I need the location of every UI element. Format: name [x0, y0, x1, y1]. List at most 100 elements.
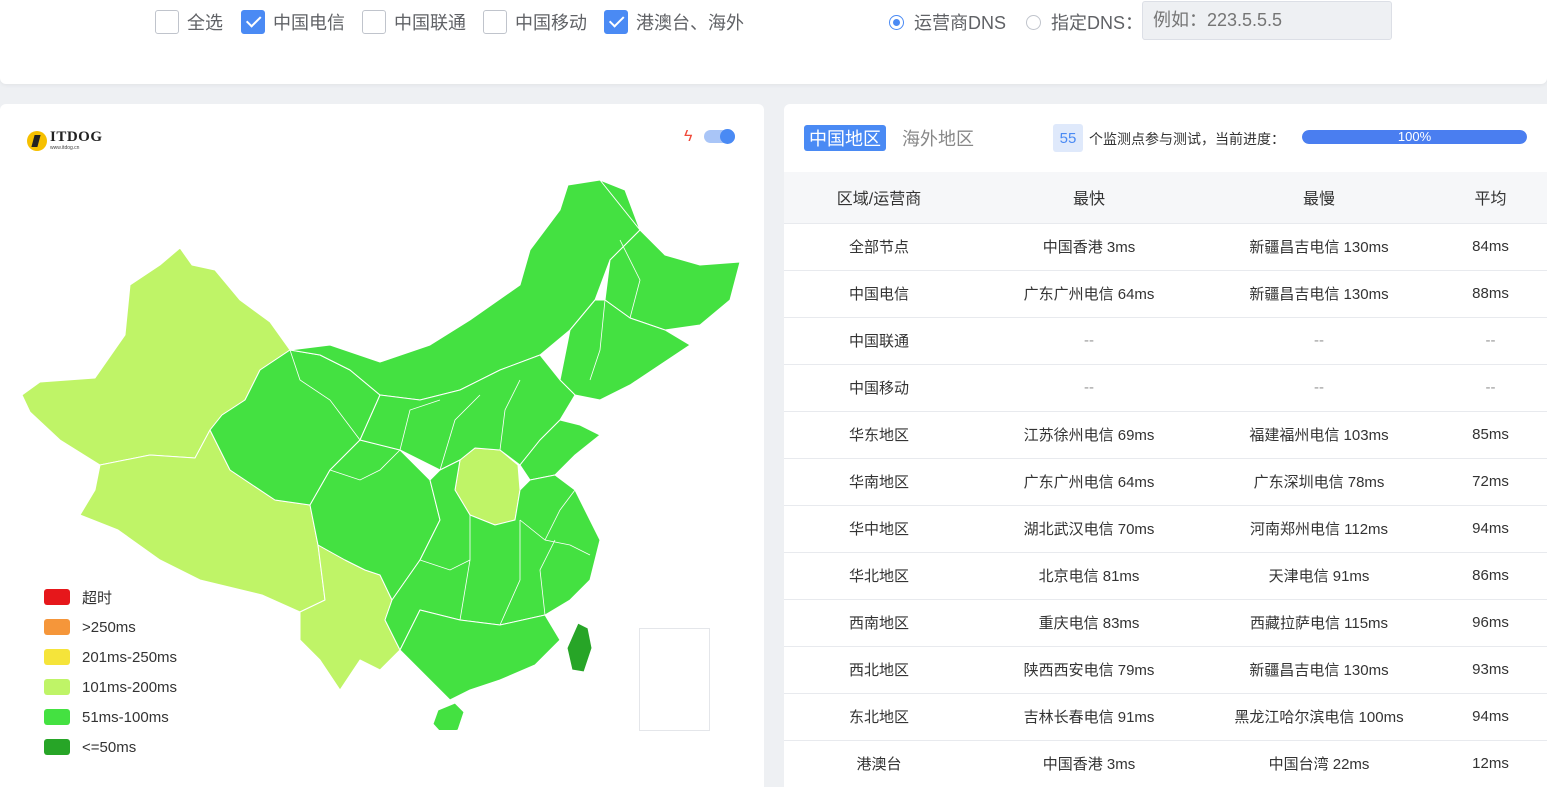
table-row: 西北地区 陕西西安电信 79ms 新疆昌吉电信 130ms 93ms [784, 646, 1547, 693]
table-row: 华中地区 湖北武汉电信 70ms 河南郑州电信 112ms 94ms [784, 505, 1547, 552]
column-header-region: 区域/运营商 [836, 191, 922, 209]
cell-average: 84ms [1472, 238, 1509, 255]
table-row: 中国移动 -- -- -- [784, 364, 1547, 411]
cell-slowest: 天津电信 91ms [1268, 568, 1370, 585]
checkbox-box[interactable] [604, 10, 628, 34]
cell-slowest: 新疆昌吉电信 130ms [1249, 239, 1389, 256]
cell-region: 中国联通 [848, 333, 909, 350]
map-region-taiwan[interactable] [566, 622, 593, 673]
cell-average: 96ms [1472, 614, 1509, 631]
legend-item: 101ms-200ms [44, 672, 177, 702]
cell-region: 港澳台 [856, 756, 902, 774]
cell-fastest: 中国香港 3ms [1042, 239, 1136, 256]
table-row: 中国联通 -- -- -- [784, 317, 1547, 364]
checkbox-hk-overseas[interactable]: 港澳台、海外 [604, 9, 744, 35]
progress-label: 个监测点参与测试，当前进度： [1089, 131, 1285, 147]
cell-average: 88ms [1472, 285, 1509, 302]
radio-dot[interactable] [889, 14, 904, 30]
radio-dot[interactable] [1026, 14, 1041, 30]
cell-slowest: 黑龙江哈尔滨电信 100ms [1234, 709, 1404, 726]
radio-label: 指定DNS： [1051, 13, 1144, 33]
checkbox-label: 中国联通 [394, 13, 466, 33]
cell-region: 中国移动 [848, 380, 909, 397]
lightning-icon: ϟ [684, 128, 693, 145]
cell-fastest: 广东广州电信 64ms [1023, 474, 1155, 491]
legend-swatch [44, 739, 70, 755]
legend-item: 51ms-100ms [44, 702, 177, 732]
legend-label: 201ms-250ms [82, 648, 178, 666]
cell-fastest: 广东广州电信 64ms [1023, 286, 1155, 303]
table-row: 中国电信 广东广州电信 64ms 新疆昌吉电信 130ms 88ms [784, 270, 1547, 317]
tab-china[interactable]: 中国地区 [804, 125, 886, 151]
filter-bar: 全选 中国电信 中国联通 中国移动 港澳台、海外 运营商DNS 指定DNS： [0, 0, 1547, 84]
radio-label: 运营商DNS [914, 13, 1007, 33]
checkbox-select-all[interactable]: 全选 [155, 9, 223, 35]
table-row: 华南地区 广东广州电信 64ms 广东深圳电信 78ms 72ms [784, 458, 1547, 505]
table-row: 全部节点 中国香港 3ms 新疆昌吉电信 130ms 84ms [784, 223, 1547, 270]
itdog-logo: ITDOG www.itdog.cn [27, 130, 103, 151]
checkbox-china-telecom[interactable]: 中国电信 [241, 9, 345, 35]
cell-fastest: 重庆电信 83ms [1038, 615, 1140, 632]
cell-average: 85ms [1472, 426, 1509, 443]
cell-fastest: 陕西西安电信 79ms [1023, 662, 1155, 679]
cell-fastest: 江苏徐州电信 69ms [1023, 427, 1155, 444]
south-china-sea-inset [639, 628, 710, 731]
cell-slowest: 广东深圳电信 78ms [1253, 474, 1385, 491]
map-region-guangdong-guangxi[interactable] [399, 609, 561, 701]
cell-region: 华东地区 [848, 427, 909, 444]
cell-region: 东北地区 [848, 709, 909, 726]
results-table: 区域/运营商 最快 最慢 平均 全部节点 中国香港 3ms 新疆昌吉电信 130ms… [784, 172, 1547, 787]
cell-fastest: 吉林长春电信 91ms [1023, 709, 1155, 726]
legend-swatch [44, 649, 70, 665]
checkbox-label: 港澳台、海外 [636, 13, 744, 33]
legend-item: 超时 [44, 582, 177, 612]
cell-slowest: -- [1314, 332, 1324, 349]
table-header-row: 区域/运营商 最快 最慢 平均 [784, 172, 1547, 223]
cell-average: 93ms [1472, 661, 1509, 678]
map-toggle-switch[interactable] [704, 129, 735, 144]
cell-average: -- [1485, 332, 1496, 349]
checkbox-label: 中国移动 [515, 13, 587, 33]
cell-region: 华南地区 [848, 474, 909, 491]
radio-isp-dns[interactable]: 运营商DNS [889, 9, 1006, 35]
checkbox-box[interactable] [362, 10, 386, 34]
cell-slowest: 河南郑州电信 112ms [1249, 521, 1389, 538]
cell-region: 中国电信 [848, 286, 909, 303]
cell-average: 12ms [1472, 755, 1509, 773]
cell-average: 72ms [1472, 473, 1509, 490]
cell-fastest: -- [1084, 332, 1094, 349]
cell-fastest: 湖北武汉电信 70ms [1023, 521, 1155, 538]
cell-slowest: 中国台湾 22ms [1268, 756, 1370, 774]
node-count-badge: 55 [1053, 124, 1083, 152]
legend-label: 101ms-200ms [82, 678, 178, 696]
cell-slowest: -- [1314, 379, 1324, 396]
checkbox-china-mobile[interactable]: 中国移动 [483, 9, 587, 35]
dns-input[interactable] [1142, 1, 1392, 40]
progress-bar: 100% [1302, 130, 1527, 144]
map-region-hainan[interactable] [432, 702, 465, 730]
legend-label: >250ms [82, 618, 136, 636]
table-row: 西南地区 重庆电信 83ms 西藏拉萨电信 115ms 96ms [784, 599, 1547, 646]
tab-overseas[interactable]: 海外地区 [902, 125, 974, 151]
checkbox-label: 中国电信 [273, 13, 345, 33]
legend-swatch [44, 619, 70, 635]
column-header-fastest: 最快 [1072, 191, 1105, 209]
table-row: 东北地区 吉林长春电信 91ms 黑龙江哈尔滨电信 100ms 94ms [784, 693, 1547, 740]
legend-label: 51ms-100ms [82, 708, 169, 726]
cell-slowest: 新疆昌吉电信 130ms [1249, 286, 1389, 303]
map-region-heilongjiang[interactable] [599, 179, 741, 331]
legend-swatch [44, 679, 70, 695]
column-header-slowest: 最慢 [1302, 191, 1335, 209]
legend-label: 超时 [82, 589, 113, 607]
checkbox-box[interactable] [241, 10, 265, 34]
checkbox-box[interactable] [155, 10, 179, 34]
checkbox-china-unicom[interactable]: 中国联通 [362, 9, 466, 35]
progress-percent: 100% [1397, 130, 1432, 144]
cell-fastest: 北京电信 81ms [1038, 568, 1140, 585]
cell-average: 94ms [1472, 708, 1509, 725]
cell-slowest: 西藏拉萨电信 115ms [1249, 615, 1389, 632]
radio-custom-dns[interactable]: 指定DNS： [1026, 9, 1143, 35]
table-row: 港澳台 中国香港 3ms 中国台湾 22ms 12ms [784, 740, 1547, 787]
checkbox-label: 全选 [187, 13, 223, 33]
checkbox-box[interactable] [483, 10, 507, 34]
